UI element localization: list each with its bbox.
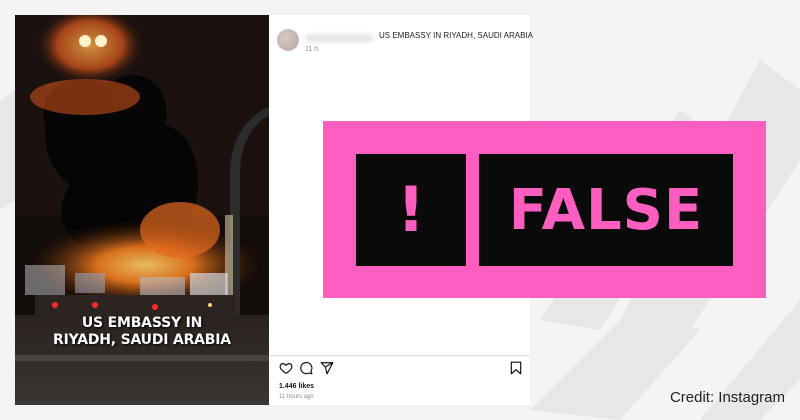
video-caption-line2: RIYADH, SAUDI ARABIA: [53, 332, 231, 348]
post-caption: US EMBASSY IN RIYADH, SAUDI ARABIA: [379, 31, 533, 40]
post-time-short: 11 h: [305, 46, 319, 53]
share-icon[interactable]: [320, 361, 334, 375]
image-credit: Credit: Instagram: [669, 389, 785, 406]
comment-icon[interactable]: [299, 361, 313, 375]
video-caption-overlay: US EMBASSY IN RIYADH, SAUDI ARABIA: [15, 315, 269, 349]
video-caption-line1: US EMBASSY IN: [81, 315, 203, 331]
verdict-mark-glyph: !: [396, 173, 426, 246]
avatar[interactable]: [277, 29, 299, 51]
post-timestamp: 11 hours ago: [279, 394, 314, 400]
post-header: US EMBASSY IN RIYADH, SAUDI ARABIA 11 h: [277, 25, 533, 59]
false-verdict-badge: ! FALSE: [323, 121, 766, 298]
username-redacted: [305, 34, 373, 42]
likes-count[interactable]: 1.446 likes: [279, 383, 314, 390]
divider: [269, 355, 530, 356]
heart-icon[interactable]: [279, 361, 293, 375]
bookmark-icon[interactable]: [510, 361, 522, 375]
verdict-label-box: FALSE: [479, 154, 733, 266]
verdict-label: FALSE: [508, 177, 704, 243]
post-video-frame[interactable]: US EMBASSY IN RIYADH, SAUDI ARABIA: [15, 15, 269, 405]
exclamation-icon: !: [356, 154, 466, 266]
